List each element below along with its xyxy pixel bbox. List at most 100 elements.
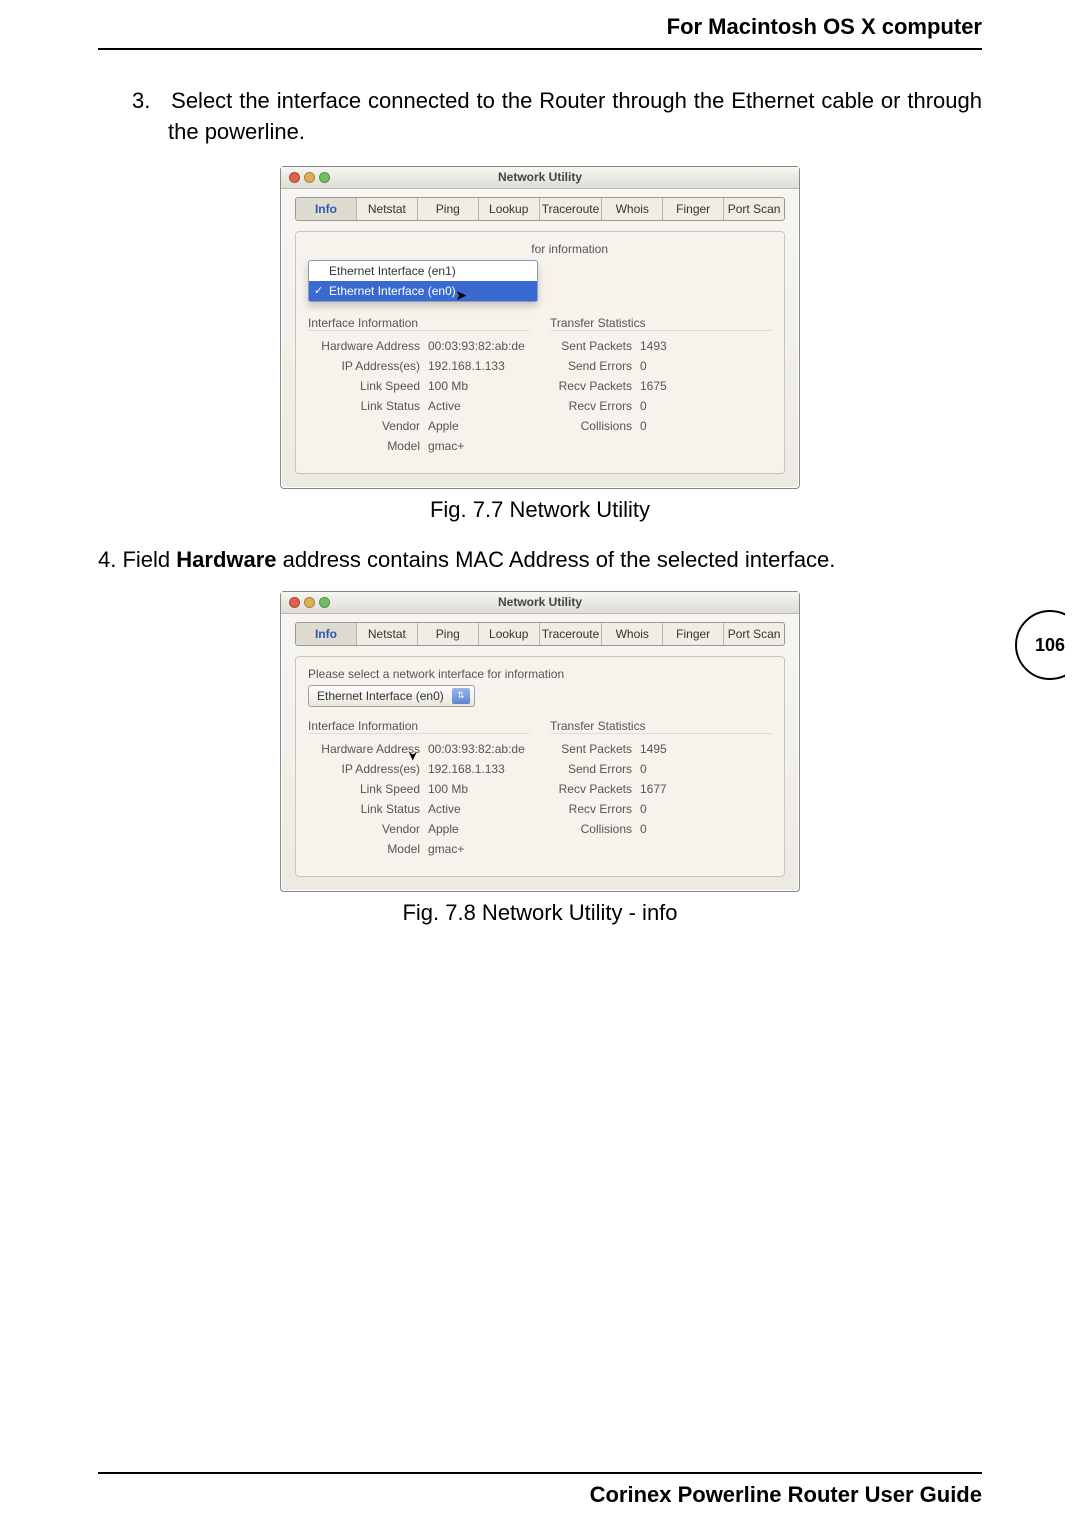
ip-label: IP Address(es) bbox=[308, 762, 428, 776]
recv-packets-label: Recv Packets bbox=[550, 379, 640, 393]
recv-errors-value: 0 bbox=[640, 399, 772, 413]
tab-netstat[interactable]: Netstat bbox=[357, 623, 418, 645]
recv-errors-label: Recv Errors bbox=[550, 802, 640, 816]
footer-rule bbox=[98, 1472, 982, 1474]
send-errors-value: 0 bbox=[640, 762, 772, 776]
dropdown-arrow-icon: ⇅ bbox=[452, 688, 470, 704]
tab-whois[interactable]: Whois bbox=[602, 198, 663, 220]
tab-finger[interactable]: Finger bbox=[663, 198, 724, 220]
recv-errors-label: Recv Errors bbox=[550, 399, 640, 413]
window-title-2: Network Utility bbox=[281, 595, 799, 609]
dropdown-option-en1[interactable]: Ethernet Interface (en1) bbox=[309, 261, 537, 281]
vendor-label: Vendor bbox=[308, 822, 428, 836]
tab-bar-2: Info Netstat Ping Lookup Traceroute Whoi… bbox=[295, 622, 785, 646]
tab-traceroute[interactable]: Traceroute bbox=[540, 198, 603, 220]
link-status-label: Link Status bbox=[308, 399, 428, 413]
sent-packets-value: 1493 bbox=[640, 339, 772, 353]
tab-netstat[interactable]: Netstat bbox=[357, 198, 418, 220]
prompt-text-partial: for information bbox=[308, 242, 608, 256]
tab-lookup[interactable]: Lookup bbox=[479, 623, 540, 645]
figure-7-8-caption: Fig. 7.8 Network Utility - info bbox=[98, 900, 982, 926]
tab-lookup[interactable]: Lookup bbox=[479, 198, 540, 220]
collisions-value: 0 bbox=[640, 419, 772, 433]
tab-traceroute[interactable]: Traceroute bbox=[540, 623, 603, 645]
send-errors-label: Send Errors bbox=[550, 762, 640, 776]
cursor-icon: ➤ bbox=[455, 287, 467, 304]
window-title: Network Utility bbox=[281, 170, 799, 184]
recv-packets-label: Recv Packets bbox=[550, 782, 640, 796]
ip-value: 192.168.1.133 bbox=[428, 359, 530, 373]
hw-addr-value: 00:03:93:82:ab:de bbox=[428, 339, 530, 353]
tab-portscan[interactable]: Port Scan bbox=[724, 198, 784, 220]
step-4: 4. Field Hardware address contains MAC A… bbox=[98, 547, 982, 573]
step-3-number: 3. bbox=[132, 88, 150, 113]
step-4-suffix: address contains MAC Address of the sele… bbox=[277, 547, 836, 572]
tab-info[interactable]: Info bbox=[296, 623, 357, 645]
interface-dropdown-open[interactable]: Ethernet Interface (en1) Ethernet Interf… bbox=[308, 260, 538, 302]
recv-packets-value: 1675 bbox=[640, 379, 772, 393]
transfer-stats-title: Transfer Statistics bbox=[550, 316, 772, 331]
step-4-prefix: 4. Field bbox=[98, 547, 176, 572]
vendor-value: Apple bbox=[428, 419, 530, 433]
figure-7-7-caption: Fig. 7.7 Network Utility bbox=[98, 497, 982, 523]
transfer-stats-title-2: Transfer Statistics bbox=[550, 719, 772, 734]
prompt-text-full: Please select a network interface for in… bbox=[308, 667, 772, 681]
tab-info[interactable]: Info bbox=[296, 198, 357, 220]
step-4-bold: Hardware bbox=[176, 547, 276, 572]
transfer-stats-col: Transfer Statistics Sent Packets1493 Sen… bbox=[550, 310, 772, 459]
interface-info-title: Interface Information bbox=[308, 316, 530, 331]
link-speed-value: 100 Mb bbox=[428, 782, 530, 796]
model-label: Model bbox=[308, 842, 428, 856]
tab-portscan[interactable]: Port Scan bbox=[724, 623, 784, 645]
link-status-value: Active bbox=[428, 802, 530, 816]
interface-info-title-2: Interface Information bbox=[308, 719, 530, 734]
send-errors-value: 0 bbox=[640, 359, 772, 373]
hw-addr-label: Hardware Address bbox=[308, 339, 428, 353]
send-errors-label: Send Errors bbox=[550, 359, 640, 373]
tab-ping[interactable]: Ping bbox=[418, 198, 479, 220]
page-footer: Corinex Powerline Router User Guide bbox=[590, 1482, 982, 1508]
ip-label: IP Address(es) bbox=[308, 359, 428, 373]
step-3-text: Select the interface connected to the Ro… bbox=[168, 88, 982, 144]
hw-addr-value: 00:03:93:82:ab:de bbox=[428, 742, 530, 756]
network-utility-window-1: Network Utility Info Netstat Ping Lookup… bbox=[280, 166, 800, 489]
tab-whois[interactable]: Whois bbox=[602, 623, 663, 645]
model-value: gmac+ bbox=[428, 439, 530, 453]
tab-bar: Info Netstat Ping Lookup Traceroute Whoi… bbox=[295, 197, 785, 221]
vendor-value: Apple bbox=[428, 822, 530, 836]
content-area: 3. Select the interface connected to the… bbox=[98, 86, 982, 950]
page-number-badge: 106 bbox=[1015, 610, 1080, 680]
network-utility-window-2: Network Utility Info Netstat Ping Lookup… bbox=[280, 591, 800, 892]
link-speed-label: Link Speed bbox=[308, 782, 428, 796]
window-titlebar: Network Utility bbox=[281, 167, 799, 189]
link-speed-value: 100 Mb bbox=[428, 379, 530, 393]
window-titlebar-2: Network Utility bbox=[281, 592, 799, 614]
link-status-value: Active bbox=[428, 399, 530, 413]
tab-finger[interactable]: Finger bbox=[663, 623, 724, 645]
interface-info-col: Interface Information Hardware Address00… bbox=[308, 310, 530, 459]
tab-ping[interactable]: Ping bbox=[418, 623, 479, 645]
collisions-label: Collisions bbox=[550, 822, 640, 836]
model-label: Model bbox=[308, 439, 428, 453]
interface-dropdown-closed[interactable]: Ethernet Interface (en0) ⇅ bbox=[308, 685, 475, 707]
header-rule bbox=[98, 48, 982, 50]
dropdown-option-en0-selected[interactable]: Ethernet Interface (en0) bbox=[309, 281, 537, 301]
link-speed-label: Link Speed bbox=[308, 379, 428, 393]
interface-info-col-2: Interface Information Hardware Address00… bbox=[308, 713, 530, 862]
recv-errors-value: 0 bbox=[640, 802, 772, 816]
transfer-stats-col-2: Transfer Statistics Sent Packets1495 Sen… bbox=[550, 713, 772, 862]
collisions-label: Collisions bbox=[550, 419, 640, 433]
info-columns-2: Interface Information Hardware Address00… bbox=[308, 713, 772, 862]
info-pane: for information Ethernet Interface (en1)… bbox=[295, 231, 785, 474]
dropdown-selected-value: Ethernet Interface (en0) bbox=[317, 689, 444, 703]
vendor-label: Vendor bbox=[308, 419, 428, 433]
info-pane-2: Please select a network interface for in… bbox=[295, 656, 785, 877]
sent-packets-label: Sent Packets bbox=[550, 742, 640, 756]
hw-addr-label: Hardware Address bbox=[308, 742, 428, 756]
sent-packets-value: 1495 bbox=[640, 742, 772, 756]
collisions-value: 0 bbox=[640, 822, 772, 836]
model-value: gmac+ bbox=[428, 842, 530, 856]
recv-packets-value: 1677 bbox=[640, 782, 772, 796]
page-header: For Macintosh OS X computer bbox=[667, 14, 982, 40]
step-3: 3. Select the interface connected to the… bbox=[98, 86, 982, 148]
